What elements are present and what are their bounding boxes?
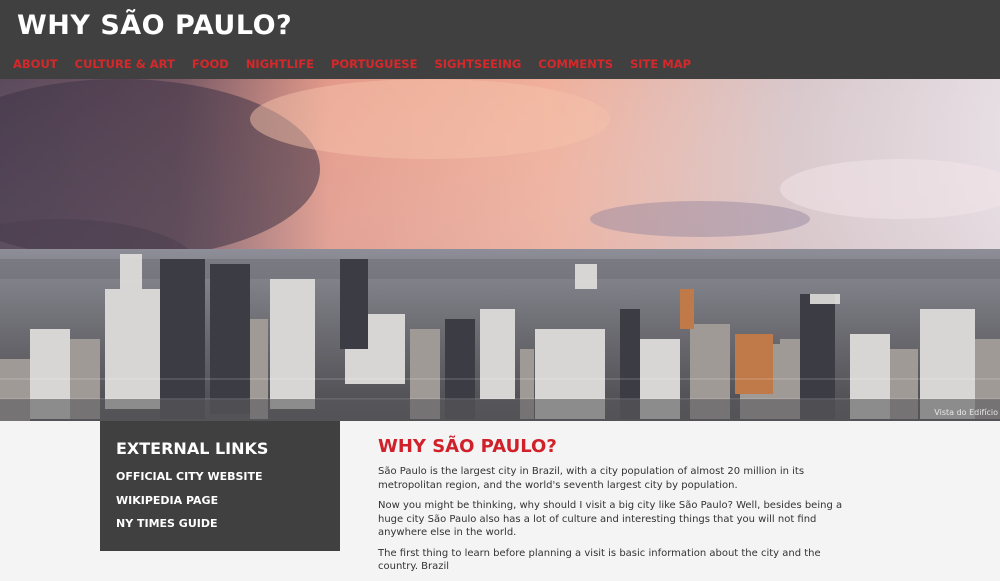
external-links-list: OFFICIAL CITY WEBSITE WIKIPEDIA PAGE NY … xyxy=(116,470,263,541)
nav-sightseeing[interactable]: SIGHTSEEING xyxy=(434,57,521,71)
page-title: WHY SÃO PAULO? xyxy=(378,436,557,457)
nav-about[interactable]: ABOUT xyxy=(13,57,58,71)
nav-site-map[interactable]: SITE MAP xyxy=(630,57,691,71)
external-links-sidebar: EXTERNAL LINKS OFFICIAL CITY WEBSITE WIK… xyxy=(100,421,340,551)
link-wikipedia-page[interactable]: WIKIPEDIA PAGE xyxy=(116,494,263,507)
site-header: WHY SÃO PAULO? ABOUT CULTURE & ART FOOD … xyxy=(0,0,1000,79)
hero-photo-credit: Vista do Edifício xyxy=(934,408,998,417)
nav-food[interactable]: FOOD xyxy=(192,57,229,71)
main-nav: ABOUT CULTURE & ART FOOD NIGHTLIFE PORTU… xyxy=(13,57,691,71)
link-ny-times-guide[interactable]: NY TIMES GUIDE xyxy=(116,517,263,530)
nav-portuguese[interactable]: PORTUGUESE xyxy=(331,57,418,71)
sidebar-title: EXTERNAL LINKS xyxy=(116,439,269,458)
nav-nightlife[interactable]: NIGHTLIFE xyxy=(246,57,314,71)
intro-paragraph: São Paulo is the largest city in Brazil,… xyxy=(378,466,805,491)
site-title[interactable]: WHY SÃO PAULO? xyxy=(17,10,292,41)
why-visit-paragraph: Now you might be thinking, why should I … xyxy=(378,500,843,538)
hero-skyline-graphic xyxy=(0,79,1000,421)
hero-cityscape-image: Vista do Edifício xyxy=(0,79,1000,421)
link-official-city-website[interactable]: OFFICIAL CITY WEBSITE xyxy=(116,470,263,483)
nav-comments[interactable]: COMMENTS xyxy=(538,57,613,71)
nav-culture-art[interactable]: CULTURE & ART xyxy=(75,57,175,71)
main-content: WHY SÃO PAULO? São Paulo is the largest … xyxy=(378,436,854,581)
